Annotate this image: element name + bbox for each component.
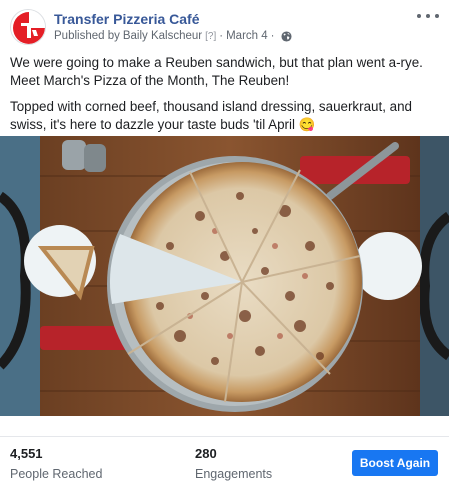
more-dot bbox=[417, 14, 421, 18]
engagements-label: Engagements bbox=[195, 467, 273, 481]
engagements-value: 280 bbox=[195, 446, 217, 461]
transfer-pizzeria-logo-icon bbox=[11, 10, 45, 44]
post-meta: Published by Baily Kalscheur [?] · March… bbox=[54, 30, 293, 42]
more-options-icon[interactable] bbox=[417, 8, 439, 24]
people-reached-label: People Reached bbox=[10, 467, 103, 481]
post-header: Transfer Pizzeria Café Published by Bail… bbox=[0, 0, 449, 50]
help-marker[interactable]: [?] bbox=[205, 31, 216, 42]
post-paragraph: We were going to make a Reuben sandwich,… bbox=[10, 55, 423, 88]
post-date[interactable]: March 4 bbox=[226, 30, 268, 42]
globe-icon[interactable] bbox=[281, 30, 293, 42]
post-paragraph: Topped with corned beef, thousand island… bbox=[10, 99, 412, 132]
people-reached-stat[interactable]: 4,551 People Reached bbox=[10, 446, 102, 481]
more-dot bbox=[426, 14, 430, 18]
post-photo[interactable] bbox=[0, 136, 449, 416]
people-reached-value: 4,551 bbox=[10, 446, 43, 461]
meta-separator: · bbox=[270, 30, 275, 42]
post-text: We were going to make a Reuben sandwich,… bbox=[10, 54, 442, 142]
pizza-photo-illustration bbox=[0, 136, 449, 416]
facebook-post: Transfer Pizzeria Café Published by Bail… bbox=[0, 0, 449, 493]
more-dot bbox=[435, 14, 439, 18]
published-by-label: Published by bbox=[54, 30, 120, 42]
page-avatar[interactable] bbox=[10, 9, 46, 45]
meta-separator: · bbox=[219, 30, 224, 42]
publisher-name[interactable]: Baily Kalscheur bbox=[123, 30, 202, 42]
post-insights: 4,551 People Reached 280 Engagements Boo… bbox=[0, 436, 449, 493]
engagements-stat[interactable]: 280 Engagements bbox=[195, 446, 272, 481]
page-name-link[interactable]: Transfer Pizzeria Café bbox=[54, 11, 200, 27]
boost-again-button[interactable]: Boost Again bbox=[352, 450, 438, 476]
